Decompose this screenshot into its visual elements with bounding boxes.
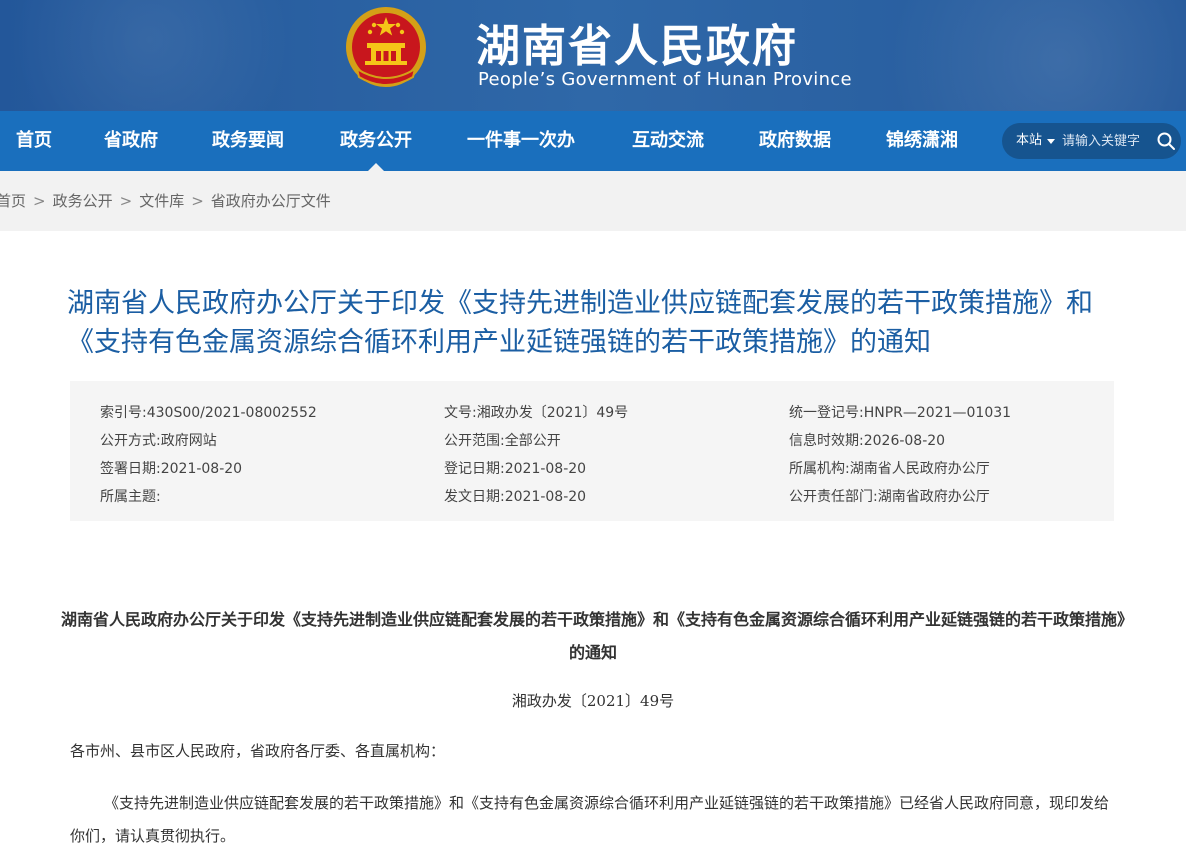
meta-document-number: 文号:湘政办发〔2021〕49号 (444, 405, 629, 421)
meta-publish-date: 发文日期:2021-08-20 (444, 489, 587, 505)
breadcrumb-document-library[interactable]: 文件库 (139, 192, 184, 210)
nav-item-government-data[interactable]: 政府数据 (759, 111, 831, 171)
nav-item-one-thing-one-time[interactable]: 一件事一次办 (467, 111, 575, 171)
site-search: 本站 (1002, 123, 1181, 159)
meta-signed-date: 签署日期:2021-08-20 (100, 461, 243, 477)
breadcrumb-bar: 首页 > 政务公开 > 文件库 > 省政府办公厅文件 (0, 171, 1186, 231)
nav-item-home[interactable]: 首页 (16, 111, 52, 171)
document-metadata: 索引号:430S00/2021-08002552 文号:湘政办发〔2021〕49… (70, 381, 1114, 521)
meta-disclosure-method: 公开方式:政府网站 (100, 433, 217, 449)
search-icon[interactable] (1156, 131, 1176, 151)
nav-item-government-affairs-open[interactable]: 政务公开 (340, 111, 412, 171)
nav-item-interaction[interactable]: 互动交流 (632, 111, 704, 171)
nav-item-government-news[interactable]: 政务要闻 (212, 111, 284, 171)
breadcrumb: 首页 > 政务公开 > 文件库 > 省政府办公厅文件 (0, 171, 331, 231)
nav-item-provincial-government[interactable]: 省政府 (104, 111, 158, 171)
document-salutation: 各市州、县市区人民政府，省政府各厅委、各直属机构： (70, 742, 446, 760)
meta-issuing-agency: 所属机构:湖南省人民政府办公厅 (789, 461, 990, 477)
site-subtitle: People’s Government of Hunan Province (478, 69, 852, 90)
search-scope-select[interactable]: 本站 (1016, 123, 1042, 159)
caret-down-icon (1047, 139, 1055, 144)
breadcrumb-separator: > (33, 192, 46, 210)
document-title: 湖南省人民政府办公厅关于印发《支持先进制造业供应链配套发展的若干政策措施》和《支… (60, 610, 1125, 662)
meta-disclosure-scope: 公开范围:全部公开 (444, 433, 561, 449)
meta-registration-date: 登记日期:2021-08-20 (444, 461, 587, 477)
meta-index-number: 索引号:430S00/2021-08002552 (100, 405, 317, 421)
search-input[interactable] (1062, 130, 1154, 152)
nav-item-splendid-xiaoxiang[interactable]: 锦绣潇湘 (886, 111, 958, 171)
meta-subject: 所属主题: (100, 489, 161, 505)
meta-responsible-department: 公开责任部门:湖南省政府办公厅 (789, 489, 990, 505)
document-number: 湘政办发〔2021〕49号 (511, 692, 675, 710)
breadcrumb-office-documents[interactable]: 省政府办公厅文件 (211, 192, 331, 210)
breadcrumb-separator: > (119, 192, 133, 210)
document-paragraph: 《支持先进制造业供应链配套发展的若干政策措施》和《支持有色金属资源综合循环利用产… (70, 794, 1110, 845)
site-header: 湖南省人民政府 People’s Government of Hunan Pro… (0, 0, 1186, 111)
national-emblem-icon (346, 7, 426, 87)
meta-registration-number: 统一登记号:HNPR—2021—01031 (789, 405, 1012, 421)
site-title: 湖南省人民政府 (476, 21, 798, 72)
breadcrumb-home[interactable]: 首页 (0, 192, 26, 210)
breadcrumb-government-affairs-open[interactable]: 政务公开 (53, 192, 113, 210)
article-title: 湖南省人民政府办公厅关于印发《支持先进制造业供应链配套发展的若干政策措施》和《支… (67, 288, 1093, 358)
breadcrumb-separator: > (191, 192, 204, 210)
meta-validity-period: 信息时效期:2026-08-20 (789, 433, 946, 449)
